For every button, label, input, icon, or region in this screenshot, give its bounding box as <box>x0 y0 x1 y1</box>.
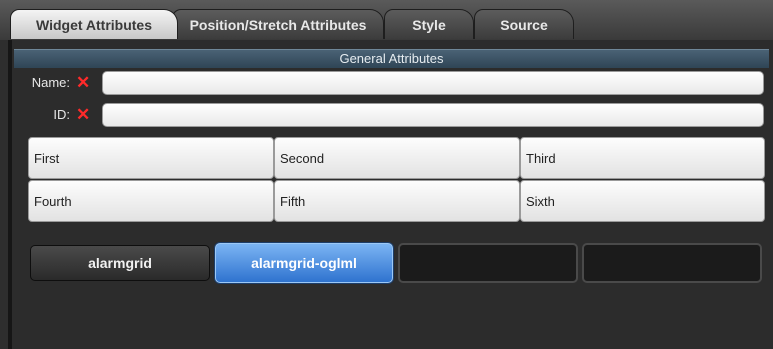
tab-label: Position/Stretch Attributes <box>189 16 367 33</box>
grid-cell-fifth[interactable]: Fifth <box>274 180 520 222</box>
grid-cell-second[interactable]: Second <box>274 137 520 179</box>
tab-label: Widget Attributes <box>35 16 152 33</box>
grid-cell-sixth[interactable]: Sixth <box>520 180 765 222</box>
tab-position-stretch-attributes[interactable]: Position/Stretch Attributes <box>172 9 384 39</box>
name-input[interactable] <box>102 71 764 95</box>
tab-label: Source <box>500 16 548 33</box>
tab-widget-attributes[interactable]: Widget Attributes <box>10 9 178 39</box>
empty-slot-button-4[interactable] <box>582 243 762 283</box>
grid-cell-first[interactable]: First <box>28 137 274 179</box>
tab-bar: Position/Stretch Attributes Style Source… <box>0 0 773 40</box>
close-x-icon: ✕ <box>76 105 91 124</box>
grid-cell-third[interactable]: Third <box>520 137 765 179</box>
tab-style[interactable]: Style <box>384 9 474 39</box>
tab-source[interactable]: Source <box>474 9 574 39</box>
tab-label: Style <box>412 16 446 33</box>
alarmgrid-oglml-button[interactable]: alarmgrid-oglml <box>215 243 393 283</box>
section-header-general-attributes: General Attributes <box>14 49 769 68</box>
alarmgrid-button[interactable]: alarmgrid <box>30 245 210 281</box>
id-label: ID: <box>53 107 70 122</box>
name-label: Name: <box>31 75 70 90</box>
empty-slot-button-3[interactable] <box>398 243 578 283</box>
id-input[interactable] <box>102 103 764 127</box>
close-x-icon: ✕ <box>76 73 91 92</box>
grid-cell-fourth[interactable]: Fourth <box>28 180 274 222</box>
